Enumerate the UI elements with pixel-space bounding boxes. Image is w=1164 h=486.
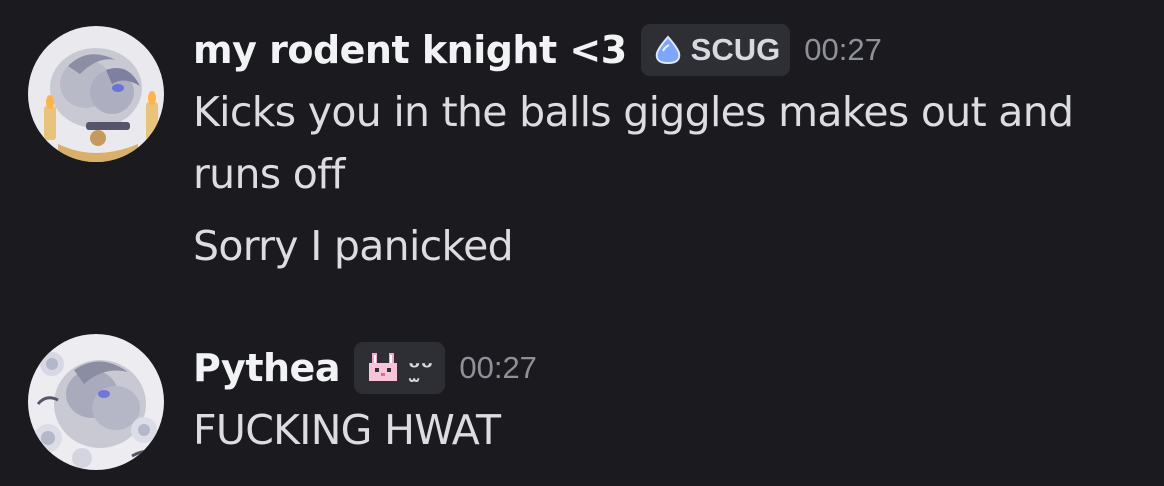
timestamp[interactable]: 00:27 bbox=[459, 350, 537, 386]
message-text-line: Sorry I panicked bbox=[193, 222, 514, 270]
clan-tag[interactable]: SCUG bbox=[640, 24, 791, 76]
blue-drop-icon bbox=[651, 33, 685, 67]
clan-tag-label: SCUG bbox=[690, 32, 781, 67]
clan-tag-label: ᵕ̫ᵕ bbox=[407, 353, 434, 383]
message-text-line: Kicks you in the balls giggles makes out… bbox=[193, 88, 1074, 136]
message-text-line: FUCKING HWAT bbox=[193, 406, 501, 454]
avatar[interactable] bbox=[28, 334, 164, 470]
username[interactable]: my rodent knight <3 bbox=[193, 28, 627, 72]
pink-bunny-icon bbox=[366, 353, 400, 383]
avatar-image bbox=[28, 26, 164, 162]
message: Pythea ᵕ̫ᵕ 00:27 FUCKING HWAT bbox=[0, 330, 1164, 486]
message-header: Pythea ᵕ̫ᵕ 00:27 bbox=[193, 340, 537, 396]
message: my rodent knight <3 SCUG 00:27 Kicks you… bbox=[0, 16, 1164, 296]
avatar[interactable] bbox=[28, 26, 164, 162]
avatar-image bbox=[28, 334, 164, 470]
clan-tag[interactable]: ᵕ̫ᵕ bbox=[353, 342, 446, 394]
timestamp[interactable]: 00:27 bbox=[804, 32, 882, 68]
username[interactable]: Pythea bbox=[193, 346, 340, 390]
message-text-line: runs off bbox=[193, 150, 345, 198]
chat-log: my rodent knight <3 SCUG 00:27 Kicks you… bbox=[0, 0, 1164, 486]
message-header: my rodent knight <3 SCUG 00:27 bbox=[193, 22, 882, 78]
